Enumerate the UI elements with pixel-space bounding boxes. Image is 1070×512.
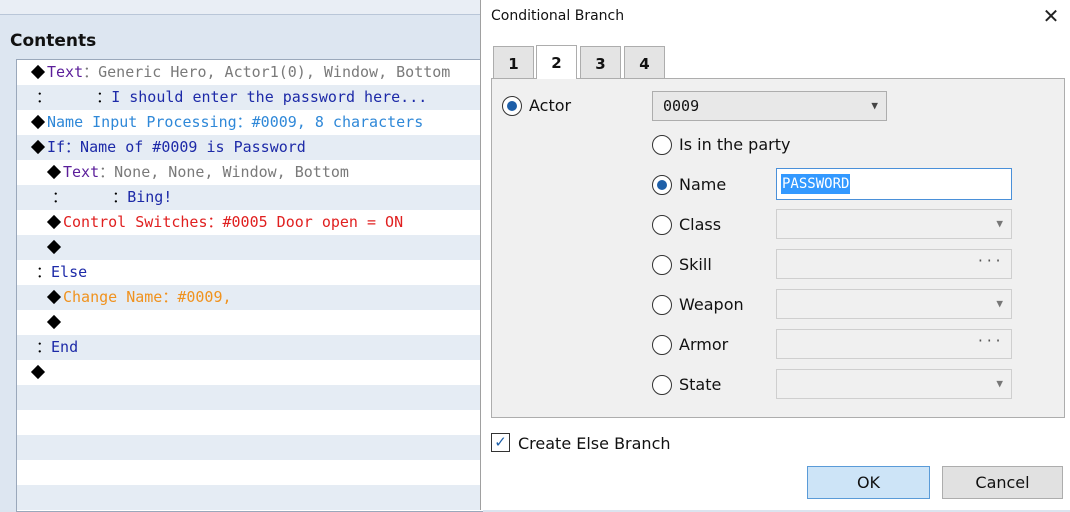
list-item[interactable]: ： ：I should enter the password here... [17,85,483,110]
create-else-label: Create Else Branch [518,434,671,453]
list-item[interactable]: ：Else [17,260,483,285]
cancel-button[interactable]: Cancel [942,466,1063,499]
state-radio[interactable] [652,375,672,395]
chevron-down-icon: ▼ [871,99,878,112]
list-item[interactable] [17,310,483,335]
weapon-label: Weapon [679,295,744,314]
diamond-icon [46,314,62,330]
command-text: If：Name of #0009 is Password [47,138,306,156]
tab-3[interactable]: 3 [580,46,621,78]
list-item[interactable] [17,385,483,410]
command-text: Name Input Processing：#0009, 8 character… [47,113,424,131]
actor-radio[interactable] [502,96,522,116]
close-icon[interactable]: ✕ [1039,4,1063,28]
class-select[interactable]: ▼ [776,209,1012,239]
diamond-icon [46,239,62,255]
list-item[interactable]: If：Name of #0009 is Password [17,135,483,160]
state-select[interactable]: ▼ [776,369,1012,399]
skill-radio[interactable] [652,255,672,275]
command-text: Text [47,63,84,81]
command-text: I should enter the password here... [111,88,428,106]
create-else-checkbox[interactable]: ✓ [491,433,510,452]
diamond-icon [46,289,62,305]
diamond-icon [30,139,46,155]
skill-picker[interactable]: ··· [776,249,1012,279]
contents-label: Contents [10,31,97,51]
armor-picker[interactable]: ··· [776,329,1012,359]
diamond-icon [30,64,46,80]
list-item[interactable] [17,235,483,260]
command-text: ： [27,338,52,356]
diamond-icon [46,214,62,230]
tab-1[interactable]: 1 [493,46,534,78]
list-item[interactable] [17,460,483,485]
command-text: Bing! [127,188,173,206]
dialog-title: Conditional Branch [491,8,625,24]
list-item[interactable]: Name Input Processing：#0009, 8 character… [17,110,483,135]
armor-radio[interactable] [652,335,672,355]
party-label: Is in the party [679,135,791,154]
command-text: ： ： [27,88,112,106]
command-text: ： [27,263,52,281]
top-strip [0,0,480,15]
diamond-icon [30,114,46,130]
name-input-value: PASSWORD [781,174,851,194]
list-item[interactable]: ： ：Bing! [17,185,483,210]
state-label: State [679,375,722,394]
list-item[interactable]: ：End [17,335,483,360]
list-item[interactable]: Change Name：#0009, [17,285,483,310]
skill-label: Skill [679,255,712,274]
command-text: ： ： [43,188,128,206]
list-item[interactable]: Text：None, None, Window, Bottom [17,160,483,185]
weapon-select[interactable]: ▼ [776,289,1012,319]
class-radio[interactable] [652,215,672,235]
chevron-down-icon: ▼ [996,377,1003,390]
name-radio[interactable] [652,175,672,195]
diamond-icon [30,364,46,380]
command-text: Text [63,163,100,181]
command-text: Else [51,263,88,281]
tab-4[interactable]: 4 [624,46,665,78]
actor-select[interactable]: 0009 ▼ [652,91,887,121]
command-text: ：None, None, Window, Bottom [99,163,349,181]
chevron-down-icon: ▼ [996,297,1003,310]
list-item[interactable] [17,435,483,460]
name-input[interactable]: PASSWORD [776,168,1012,200]
list-item[interactable] [17,410,483,435]
command-text: Control Switches：#0005 Door open = ON [63,213,404,231]
actor-label: Actor [529,96,572,115]
armor-label: Armor [679,335,729,354]
command-text: Change Name：#0009, [63,288,232,306]
class-label: Class [679,215,722,234]
ellipsis-icon: ··· [976,254,1003,269]
list-item[interactable]: Control Switches：#0005 Door open = ON [17,210,483,235]
contents-list[interactable]: Text：Generic Hero, Actor1(0), Window, Bo… [16,59,483,512]
list-item[interactable]: Text：Generic Hero, Actor1(0), Window, Bo… [17,60,483,85]
party-radio[interactable] [652,135,672,155]
weapon-radio[interactable] [652,295,672,315]
command-text: End [51,338,79,356]
tab-2[interactable]: 2 [536,45,577,79]
checkmark-icon: ✓ [494,433,507,451]
command-text: ：Generic Hero, Actor1(0), Window, Bottom [83,63,451,81]
chevron-down-icon: ▼ [996,217,1003,230]
list-item[interactable] [17,485,483,510]
ellipsis-icon: ··· [976,334,1003,349]
diamond-icon [46,164,62,180]
actor-select-value: 0009 [663,97,700,115]
list-item[interactable] [17,360,483,385]
name-label: Name [679,175,727,194]
ok-button[interactable]: OK [807,466,930,499]
